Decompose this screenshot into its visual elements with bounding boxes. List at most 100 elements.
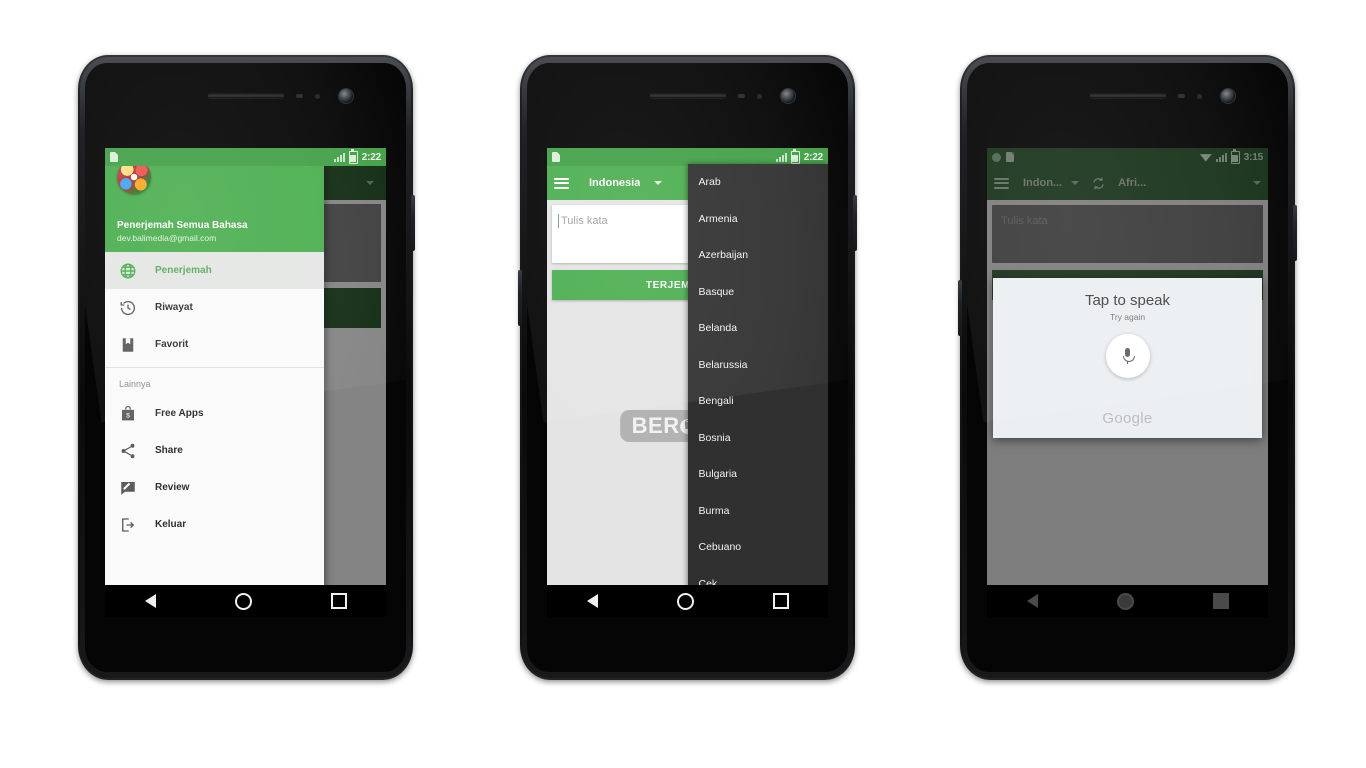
recents-button[interactable] (330, 593, 347, 609)
drawer-item-review[interactable]: Review (105, 469, 324, 506)
earpiece-icon (1089, 93, 1166, 98)
share-icon (119, 442, 137, 460)
proximity-sensor-icon (738, 94, 745, 98)
exit-icon (119, 516, 137, 534)
front-camera-icon (781, 89, 795, 103)
hamburger-icon[interactable] (554, 177, 569, 189)
drawer-account-name: Penerjemah Semua Bahasa (117, 220, 248, 231)
status-right-icons: 2:22 (775, 148, 823, 164)
home-button[interactable] (676, 592, 694, 610)
proximity-sensor-icon (296, 94, 303, 98)
signal-icon (775, 152, 787, 162)
globe-icon (119, 262, 137, 280)
phone-glass: 2:22 Penerjemah Semua Bahasa dev.balimed… (85, 63, 406, 672)
text-input-placeholder: Tulis kata (561, 215, 608, 227)
sd-card-icon (552, 152, 560, 162)
recents-button[interactable] (772, 593, 789, 609)
phone-voice-dialog: 3:15 Indon... Afri... Tulis kata Tap to … (958, 55, 1297, 680)
phone-glass: 2:22 Indonesia Tulis kata TERJEMAHKAN BE… (527, 63, 848, 672)
phone2-screen: 2:22 Indonesia Tulis kata TERJEMAHKAN BE… (547, 148, 828, 617)
language-menu-item[interactable]: Cebuano (688, 529, 829, 566)
light-sensor-icon (1197, 94, 1202, 99)
volume-button[interactable] (518, 270, 522, 326)
language-menu-item[interactable]: Armenia (688, 201, 829, 238)
language-dropdown-menu[interactable]: Arab Armenia Azerbaijan Basque Belanda Belaru… (687, 164, 829, 617)
drawer-item-label: Favorit (155, 339, 189, 350)
battery-icon (348, 148, 358, 164)
power-button[interactable] (853, 195, 857, 251)
voice-dialog-subtitle: Try again (1109, 312, 1146, 322)
microphone-button[interactable] (1105, 334, 1150, 378)
language-menu-item[interactable]: Arab (688, 164, 829, 201)
drawer-item-label: Free Apps (155, 408, 204, 419)
status-time: 2:22 (803, 151, 823, 163)
navigation-drawer: Penerjemah Semua Bahasa dev.balimedia@gm… (105, 148, 325, 617)
phone-glass: 3:15 Indon... Afri... Tulis kata Tap to … (967, 63, 1288, 672)
drawer-account-email: dev.balimedia@gmail.com (117, 233, 217, 243)
home-button[interactable] (1116, 592, 1134, 610)
drawer-divider (105, 367, 325, 368)
earpiece-icon (207, 93, 284, 98)
front-camera-icon (1221, 89, 1235, 103)
drawer-item-label: Penerjemah (155, 265, 212, 276)
text-cursor (558, 214, 559, 228)
sd-card-icon (110, 152, 118, 162)
power-button[interactable] (411, 195, 415, 251)
volume-button[interactable] (958, 280, 962, 336)
language-menu-item[interactable]: Azerbaijan (688, 237, 829, 274)
google-brand-label: Google (1102, 410, 1153, 427)
status-time: 2:22 (361, 151, 381, 163)
history-icon (119, 299, 137, 317)
drawer-section-label: Lainnya (119, 379, 151, 389)
phone3-screen: 3:15 Indon... Afri... Tulis kata Tap to … (987, 148, 1268, 617)
proximity-sensor-icon (1178, 94, 1185, 98)
review-icon (119, 479, 137, 497)
front-camera-icon (339, 89, 353, 103)
drawer-item-free-apps[interactable]: $ Free Apps (105, 395, 324, 432)
nav-bar (547, 585, 828, 617)
power-button[interactable] (1293, 205, 1297, 261)
back-button[interactable] (1026, 594, 1038, 608)
back-button[interactable] (586, 594, 598, 608)
watermark-text-left: BER (631, 413, 680, 438)
language-menu-item[interactable]: Burma (688, 493, 829, 530)
status-left-icons (552, 152, 560, 162)
status-left-icons (110, 152, 118, 162)
phone1-screen: 2:22 Penerjemah Semua Bahasa dev.balimed… (105, 148, 386, 617)
drawer-item-penerjemah[interactable]: Penerjemah (105, 252, 325, 289)
shop-bag-icon: $ (119, 405, 137, 423)
source-language-label[interactable]: Indonesia (589, 177, 640, 189)
back-button[interactable] (144, 594, 156, 608)
drawer-item-share[interactable]: Share (105, 432, 324, 469)
voice-dialog-title: Tap to speak (1084, 292, 1171, 309)
battery-icon (790, 148, 800, 164)
earpiece-icon (649, 93, 726, 98)
language-menu-item[interactable]: Bulgaria (688, 456, 829, 493)
drawer-item-favorit[interactable]: Favorit (105, 326, 324, 363)
svg-text:$: $ (126, 412, 130, 419)
microphone-icon (1122, 348, 1135, 364)
drawer-item-label: Review (155, 482, 190, 493)
bookmark-icon (119, 336, 137, 354)
status-bar: 2:22 (105, 148, 386, 166)
phone-language-list: 2:22 Indonesia Tulis kata TERJEMAHKAN BE… (518, 55, 857, 680)
drawer-item-riwayat[interactable]: Riwayat (105, 289, 324, 326)
drawer-item-label: Share (155, 445, 183, 456)
recents-button[interactable] (1212, 593, 1229, 609)
drawer-item-keluar[interactable]: Keluar (105, 506, 324, 543)
language-menu-item[interactable]: Bosnia (688, 420, 829, 457)
screenshot-stage: 2:22 Penerjemah Semua Bahasa dev.balimed… (0, 0, 1366, 768)
language-menu-item[interactable]: Belarussia (688, 347, 829, 384)
language-menu-item[interactable]: Basque (688, 274, 829, 311)
drawer-item-label: Keluar (155, 519, 187, 530)
light-sensor-icon (315, 94, 320, 99)
nav-bar (105, 585, 386, 617)
language-menu-item[interactable]: Belanda (688, 310, 829, 347)
chevron-down-icon[interactable] (654, 181, 663, 185)
language-menu-item[interactable]: Bengali (688, 383, 829, 420)
light-sensor-icon (757, 94, 762, 99)
home-button[interactable] (234, 592, 252, 610)
nav-bar (987, 585, 1268, 617)
voice-dialog: Tap to speak Try again Google (993, 278, 1262, 438)
drawer-item-label: Riwayat (155, 302, 193, 313)
